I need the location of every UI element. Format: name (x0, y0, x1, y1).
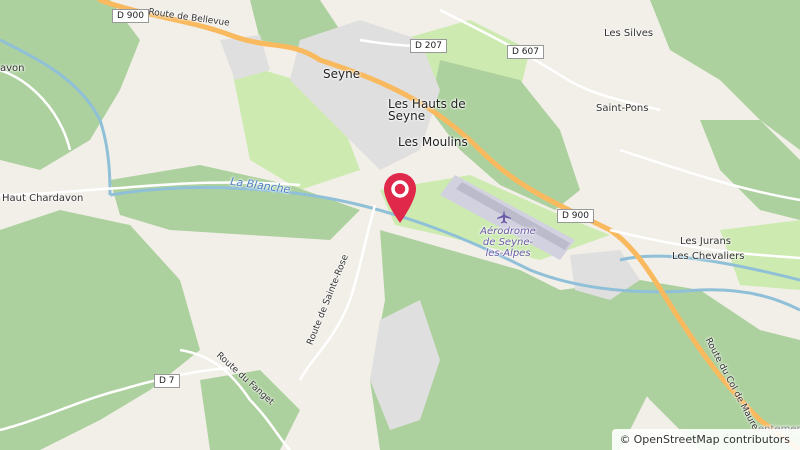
road-shield-d207: D 207 (410, 39, 447, 53)
town-label-seyne: Seyne (323, 67, 361, 81)
map-view[interactable]: Seyne Les Hauts de Seyne Les Moulins Les… (0, 0, 800, 450)
map-base-layer (0, 0, 800, 450)
place-label-les-chevaliers: Les Chevaliers (672, 251, 745, 262)
road-shield-d7: D 7 (154, 374, 180, 388)
airport-icon (497, 210, 511, 224)
map-pin-icon[interactable] (383, 172, 417, 224)
aerodrome-label: Aérodrome de Seyne-les-Alpes (480, 226, 536, 259)
road-shield-d900-nw: D 900 (112, 9, 149, 23)
place-label-les-moulins: Les Moulins (398, 135, 468, 149)
place-label-les-hauts-de-seyne: Les Hauts de Seyne (388, 97, 466, 123)
attribution-link[interactable]: OpenStreetMap contributors (634, 433, 790, 446)
place-label-les-jurans: Les Jurans (680, 236, 732, 247)
place-label-saint-pons: Saint-Pons (596, 103, 649, 114)
place-label-haut-chardavon: Haut Chardavon (2, 193, 84, 204)
road-shield-d607: D 607 (507, 45, 544, 59)
copyright-symbol: © (619, 433, 631, 446)
road-shield-d900-e: D 900 (557, 209, 594, 223)
place-label-chardavon-partial: avon (0, 63, 25, 74)
place-label-les-silves: Les Silves (604, 28, 654, 39)
map-attribution[interactable]: © OpenStreetMap contributors (611, 429, 800, 450)
